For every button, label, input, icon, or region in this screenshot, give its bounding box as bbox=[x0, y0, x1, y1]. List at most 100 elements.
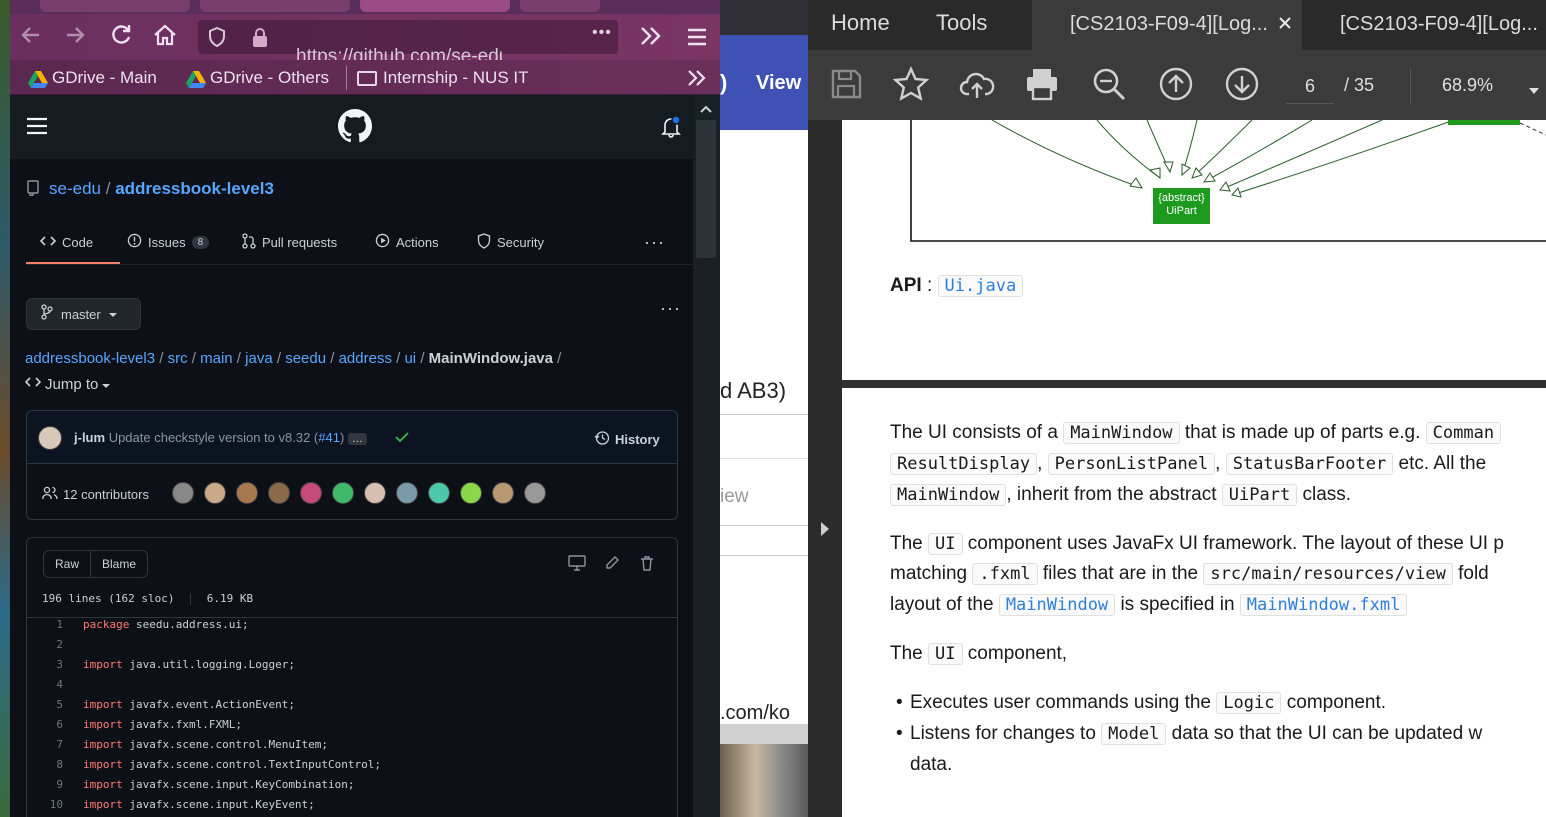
breadcrumb-link[interactable]: main bbox=[200, 350, 233, 367]
contributor-avatar[interactable] bbox=[268, 482, 290, 504]
repo-owner-link[interactable]: se-edu bbox=[49, 179, 101, 198]
mainwindow-fxml-link[interactable]: MainWindow.fxml bbox=[1239, 594, 1408, 616]
author-avatar[interactable] bbox=[38, 426, 62, 450]
bookmark-gdrive-main[interactable]: GDrive - Main bbox=[28, 66, 157, 90]
forward-icon[interactable] bbox=[60, 21, 90, 51]
edit-pencil-icon[interactable] bbox=[604, 555, 620, 576]
zoom-level-select[interactable]: 68.9% bbox=[1442, 75, 1493, 96]
browser-tab[interactable] bbox=[40, 0, 190, 12]
browser-tab-active[interactable] bbox=[360, 0, 510, 12]
breadcrumb-link[interactable]: java bbox=[245, 350, 273, 367]
browser-tab[interactable] bbox=[200, 0, 350, 12]
contributor-avatar[interactable] bbox=[300, 482, 322, 504]
background-browser-window: ) View d AB3) iew .com/ko bbox=[720, 0, 808, 817]
contributor-avatar[interactable] bbox=[524, 482, 546, 504]
issues-count-badge: 8 bbox=[191, 235, 210, 249]
code-view: 1 package seedu.address.ui; 2 3 import jav… bbox=[27, 618, 677, 817]
tab-code[interactable]: Code bbox=[39, 232, 93, 252]
tab-actions[interactable]: Actions bbox=[375, 232, 439, 252]
upload-cloud-icon[interactable] bbox=[959, 66, 995, 107]
close-tab-icon[interactable] bbox=[1278, 16, 1292, 35]
github-logo-icon[interactable] bbox=[338, 109, 373, 148]
shield-icon[interactable] bbox=[206, 26, 228, 53]
save-icon[interactable] bbox=[828, 66, 864, 107]
back-icon[interactable] bbox=[16, 21, 46, 51]
commit-pr-link[interactable]: #41 bbox=[318, 430, 340, 445]
menu-hamburger-icon[interactable] bbox=[686, 26, 708, 53]
raw-button[interactable]: Raw bbox=[44, 551, 91, 577]
contributor-avatar[interactable] bbox=[172, 482, 194, 504]
commit-author-link[interactable]: j-lum bbox=[74, 430, 105, 445]
menu-tools[interactable]: Tools bbox=[936, 10, 987, 40]
repo-name-link[interactable]: addressbook-level3 bbox=[115, 179, 274, 198]
background-view-button[interactable]: View bbox=[756, 72, 801, 95]
background-image bbox=[720, 744, 808, 817]
breadcrumb-link[interactable]: ui bbox=[404, 350, 416, 367]
bookmark-gdrive-others[interactable]: GDrive - Others bbox=[186, 66, 329, 90]
history-link[interactable]: History bbox=[594, 430, 660, 449]
tab-issues[interactable]: Issues 8 bbox=[127, 232, 210, 252]
check-icon[interactable] bbox=[394, 429, 410, 450]
previous-page-icon[interactable] bbox=[1158, 66, 1194, 107]
contributors-link[interactable]: 12 contributors bbox=[42, 486, 149, 503]
background-url-text: .com/ko bbox=[720, 702, 791, 724]
more-tabs-icon[interactable]: ··· bbox=[644, 232, 665, 253]
expand-panel-icon[interactable] bbox=[819, 520, 831, 543]
bookmark-internship-folder[interactable]: Internship - NUS IT bbox=[357, 66, 529, 90]
pdf-tab-title: [CS2103-F09-4][Log... bbox=[1070, 13, 1268, 35]
contributor-avatar[interactable] bbox=[460, 482, 482, 504]
trash-icon[interactable] bbox=[640, 555, 654, 576]
tabs-divider bbox=[26, 264, 693, 265]
jump-to-menu[interactable]: Jump to bbox=[24, 375, 111, 393]
uipart-class-box: {abstract} UiPart bbox=[1153, 188, 1210, 224]
blame-button[interactable]: Blame bbox=[91, 551, 147, 577]
menu-home[interactable]: Home bbox=[831, 10, 890, 40]
contributor-avatar[interactable] bbox=[492, 482, 514, 504]
contributor-avatar[interactable] bbox=[204, 482, 226, 504]
breadcrumb-link[interactable]: src bbox=[168, 350, 188, 367]
bookmark-star-icon[interactable] bbox=[892, 66, 930, 107]
bullet-icon: • bbox=[896, 723, 903, 744]
branch-selector[interactable]: master bbox=[26, 298, 141, 330]
api-file-link[interactable]: Ui.java bbox=[937, 275, 1024, 297]
mainwindow-link[interactable]: MainWindow bbox=[998, 594, 1116, 616]
commit-expand-button[interactable]: … bbox=[347, 433, 367, 445]
file-options-icon[interactable]: ··· bbox=[660, 298, 681, 319]
notifications-bell-icon[interactable] bbox=[660, 115, 682, 144]
contributor-avatar[interactable] bbox=[428, 482, 450, 504]
scroll-up-arrow-icon[interactable] bbox=[700, 101, 712, 119]
scrollbar-thumb[interactable] bbox=[696, 120, 716, 258]
contributor-avatar[interactable] bbox=[364, 482, 386, 504]
zoom-search-icon[interactable] bbox=[1091, 66, 1127, 107]
browser-tab[interactable] bbox=[520, 0, 600, 12]
home-icon[interactable] bbox=[150, 21, 180, 51]
hamburger-menu-icon[interactable] bbox=[26, 115, 48, 142]
next-page-icon[interactable] bbox=[1224, 66, 1260, 107]
breadcrumb-link[interactable]: address bbox=[339, 350, 392, 367]
commit-message[interactable]: Update checkstyle version to v8.32 ( bbox=[109, 430, 319, 445]
tab-pull-requests[interactable]: Pull requests bbox=[242, 232, 337, 252]
breadcrumb-link[interactable]: seedu bbox=[285, 350, 326, 367]
code-line: 5 import javafx.event.ActionEvent; bbox=[56, 698, 295, 711]
file-info: 196 lines (162 sloc) 6.19 KB bbox=[42, 592, 253, 605]
breadcrumb-link[interactable]: addressbook-level3 bbox=[25, 350, 155, 367]
tab-label: Issues bbox=[148, 234, 186, 250]
pdf-tab-title-2[interactable]: [CS2103-F09-4][Log... bbox=[1340, 13, 1538, 43]
code-icon bbox=[24, 375, 42, 393]
desktop-display-icon[interactable] bbox=[568, 555, 586, 576]
url-bar[interactable]: https://github.com/se-edu/addr ••• bbox=[198, 20, 618, 67]
bookmark-label: Internship - NUS IT bbox=[383, 68, 529, 87]
print-icon[interactable] bbox=[1024, 66, 1060, 107]
page-number-input[interactable]: 6 bbox=[1286, 68, 1334, 104]
contributor-avatar[interactable] bbox=[236, 482, 258, 504]
reload-icon[interactable] bbox=[106, 21, 136, 51]
contributor-avatar[interactable] bbox=[332, 482, 354, 504]
contributor-avatar[interactable] bbox=[396, 482, 418, 504]
background-view-text: iew bbox=[720, 486, 749, 507]
bookmarks-overflow-icon[interactable] bbox=[686, 68, 708, 93]
page-actions-icon[interactable]: ••• bbox=[592, 24, 612, 42]
overflow-chevron-icon[interactable] bbox=[638, 24, 664, 53]
branch-name: master bbox=[61, 306, 101, 322]
tab-security[interactable]: Security bbox=[477, 232, 544, 252]
zoom-dropdown-icon[interactable] bbox=[1528, 82, 1540, 100]
